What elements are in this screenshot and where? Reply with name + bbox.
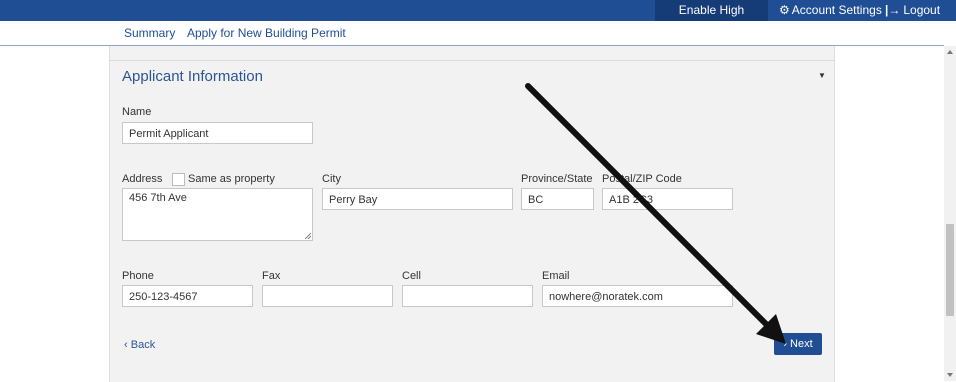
- fax-label: Fax: [262, 270, 281, 282]
- vertical-scrollbar[interactable]: [944, 46, 956, 381]
- name-label: Name: [122, 106, 152, 118]
- logout-link[interactable]: |→ Logout: [885, 0, 940, 21]
- account-settings-label: Account Settings: [791, 3, 882, 17]
- postal-label: Postal/ZIP Code: [602, 173, 682, 185]
- gear-icon: ⚙: [779, 3, 790, 17]
- scrollbar-thumb[interactable]: [946, 224, 954, 316]
- back-button[interactable]: ‹ Back: [124, 339, 155, 351]
- back-label: Back: [130, 339, 156, 351]
- top-bar: Enable High Contrast ⚙Account Settings |…: [0, 0, 956, 38]
- same-as-property-checkbox[interactable]: [172, 173, 185, 186]
- nav-apply-building-permit[interactable]: Apply for New Building Permit: [187, 26, 346, 40]
- high-contrast-button[interactable]: Enable High Contrast: [655, 0, 768, 38]
- phone-label: Phone: [122, 270, 154, 282]
- email-field[interactable]: nowhere@noratek.com: [542, 285, 733, 307]
- same-as-property-label: Same as property: [188, 173, 275, 185]
- logout-icon: |→: [885, 3, 901, 17]
- logout-label: Logout: [903, 3, 941, 17]
- phone-field[interactable]: 250-123-4567: [122, 285, 253, 307]
- address-field[interactable]: 456 7th Ave: [122, 188, 313, 241]
- next-button[interactable]: › Next: [774, 333, 822, 355]
- next-label: Next: [790, 338, 813, 350]
- province-field[interactable]: BC: [521, 188, 594, 210]
- main-content: Applicant Information ▼ Name Permit Appl…: [0, 46, 944, 382]
- previous-panel-bottom: [109, 46, 835, 60]
- caret-down-icon[interactable]: ▼: [818, 71, 826, 80]
- account-settings-link[interactable]: ⚙ Account Settings: [779, 0, 882, 21]
- scroll-down-icon[interactable]: [947, 373, 953, 377]
- chevron-left-icon: ‹: [124, 339, 131, 351]
- resize-handle-icon[interactable]: [305, 233, 311, 239]
- section-title: Applicant Information: [122, 68, 263, 85]
- address-label: Address: [122, 173, 163, 185]
- email-label: Email: [542, 270, 570, 282]
- name-field[interactable]: Permit Applicant: [122, 122, 313, 144]
- city-field[interactable]: Perry Bay: [322, 188, 513, 210]
- scroll-up-icon[interactable]: [947, 50, 953, 54]
- applicant-information-panel: Applicant Information ▼ Name Permit Appl…: [109, 60, 835, 382]
- sub-navigation: Summary Apply for New Building Permit: [0, 21, 944, 46]
- city-label: City: [322, 173, 341, 185]
- cell-label: Cell: [402, 270, 421, 282]
- nav-summary[interactable]: Summary: [124, 26, 175, 40]
- address-value: 456 7th Ave: [129, 192, 187, 204]
- fax-field[interactable]: [262, 285, 393, 307]
- cell-field[interactable]: [402, 285, 533, 307]
- postal-field[interactable]: A1B 2C3: [602, 188, 733, 210]
- province-label: Province/State: [521, 173, 593, 185]
